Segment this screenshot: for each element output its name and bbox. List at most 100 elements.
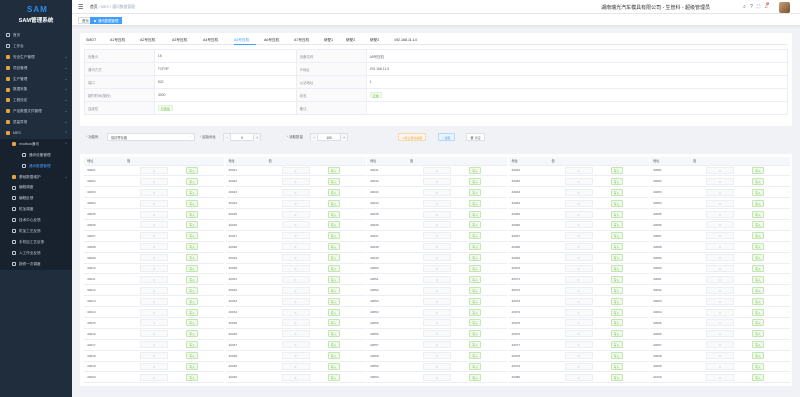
sidebar-item[interactable]: 工作台 [0,41,72,52]
register-value-input[interactable]: 0 [140,188,168,196]
register-value-input[interactable]: 0 [706,275,734,283]
device-tab[interactable]: A6号压机 [264,35,279,45]
write-button[interactable]: 写入 [752,166,764,174]
write-button[interactable]: 写入 [752,373,764,381]
minus-icon[interactable]: − [311,133,318,141]
register-value-input[interactable]: 0 [564,373,593,381]
write-button[interactable]: 写入 [752,177,764,185]
write-button[interactable]: 写入 [186,297,198,305]
register-value-input[interactable]: 0 [423,232,451,240]
write-button[interactable]: 写入 [327,177,340,185]
register-value-input[interactable]: 0 [564,221,593,229]
register-value-input[interactable]: 0 [706,264,734,272]
write-button[interactable]: 写入 [752,275,764,283]
register-value-input[interactable]: 0 [281,166,310,174]
write-button[interactable]: 写入 [469,166,481,174]
write-button[interactable]: 写入 [752,199,764,207]
write-button[interactable]: 写入 [752,264,764,272]
register-value-input[interactable]: 0 [706,188,734,196]
write-button[interactable]: 写入 [610,199,623,207]
register-value-input[interactable]: 0 [706,232,734,240]
write-button[interactable]: 写入 [327,243,340,251]
write-button[interactable]: 写入 [610,275,623,283]
write-button[interactable]: 写入 [186,362,198,370]
read-count-stepper[interactable]: − 100 + [310,132,348,141]
sidebar-item[interactable]: MES ⌃ [0,128,72,139]
sidebar-item[interactable]: 安全生产管理 ⌄ [0,52,72,63]
sidebar-item[interactable]: 通讯设备管理 [0,149,72,161]
register-value-input[interactable]: 0 [281,199,310,207]
register-value-input[interactable]: 0 [706,166,734,174]
register-value-input[interactable]: 0 [706,297,734,305]
sidebar-item[interactable]: 手机加工艺反馈 [0,236,72,248]
write-button[interactable]: 写入 [610,264,623,272]
device-tab[interactable]: 研配2 [346,35,355,45]
sidebar-item[interactable]: 机加工艺反馈 [0,226,72,237]
write-button[interactable]: 写入 [469,177,481,185]
register-value-input[interactable]: 0 [564,232,593,240]
sidebar-item[interactable]: 生产管理 ⌄ [0,74,72,85]
register-value-input[interactable]: 0 [140,199,168,207]
register-value-input[interactable]: 0 [140,308,168,316]
write-button[interactable]: 写入 [610,373,623,381]
write-button[interactable]: 写入 [752,297,764,305]
register-value-input[interactable]: 0 [706,330,734,338]
sidebar-item[interactable]: 通讯数据管理 [0,160,72,172]
breadcrumb-home[interactable]: 首页 [90,5,98,9]
write-button[interactable]: 写入 [469,188,481,196]
register-value-input[interactable]: 0 [564,341,593,349]
register-value-input[interactable]: 0 [281,210,310,218]
register-value-input[interactable]: 0 [140,221,168,229]
register-value-input[interactable]: 0 [423,243,451,251]
register-value-input[interactable]: 0 [140,362,168,370]
register-value-input[interactable]: 0 [140,166,168,174]
register-value-input[interactable]: 0 [564,275,593,283]
register-value-input[interactable]: 0 [564,188,593,196]
write-button[interactable]: 写入 [610,243,623,251]
write-button[interactable]: 写入 [752,254,764,262]
write-button[interactable]: 写入 [752,308,764,316]
register-value-input[interactable]: 0 [140,330,168,338]
register-value-input[interactable]: 0 [140,243,168,251]
register-value-input[interactable]: 0 [564,330,593,338]
register-value-input[interactable]: 0 [564,297,593,305]
plus-icon[interactable]: + [340,133,347,141]
register-value-input[interactable]: 0 [423,373,451,381]
register-value-input[interactable]: 0 [140,319,168,327]
register-value-input[interactable]: 0 [423,177,451,185]
plus-icon[interactable]: + [253,133,260,141]
device-tab[interactable]: 研配1 [324,35,333,45]
register-value-input[interactable]: 0 [140,275,168,283]
register-value-input[interactable]: 0 [706,362,734,370]
device-tab[interactable]: 192.168.11.14 [394,35,417,45]
sidebar-item[interactable]: 编程调度 [0,182,72,194]
write-button[interactable]: 写入 [610,362,623,370]
write-button[interactable]: 写入 [186,275,198,283]
register-value-input[interactable]: 0 [281,177,310,185]
register-value-input[interactable]: 0 [706,221,734,229]
write-button[interactable]: 写入 [752,232,764,240]
avatar[interactable] [779,1,790,13]
register-value-input[interactable]: 0 [423,166,451,174]
sidebar-item[interactable]: 编程反馈 [0,193,72,205]
register-value-input[interactable]: 0 [140,297,168,305]
write-button[interactable]: 写入 [186,232,198,240]
register-value-input[interactable]: 0 [281,232,310,240]
write-button[interactable]: 写入 [327,319,340,327]
write-button[interactable]: 写入 [469,330,481,338]
write-button[interactable]: 写入 [327,362,340,370]
device-tab[interactable]: A2号压机 [140,35,155,45]
write-button[interactable]: 写入 [186,330,198,338]
write-button[interactable]: 写入 [186,286,198,294]
write-button[interactable]: 写入 [186,319,198,327]
write-button[interactable]: 写入 [186,373,198,381]
write-button[interactable]: 写入 [469,319,481,327]
write-button[interactable]: 写入 [327,352,340,360]
write-button[interactable]: 写入 [327,221,340,229]
register-value-input[interactable]: 0 [564,264,593,272]
hamburger-icon[interactable]: ☰ [78,4,83,11]
write-button[interactable]: 写入 [752,362,764,370]
write-button[interactable]: 写入 [752,188,764,196]
sidebar-item[interactable]: 质量异常 ⌄ [0,117,72,128]
register-value-input[interactable]: 0 [281,243,310,251]
